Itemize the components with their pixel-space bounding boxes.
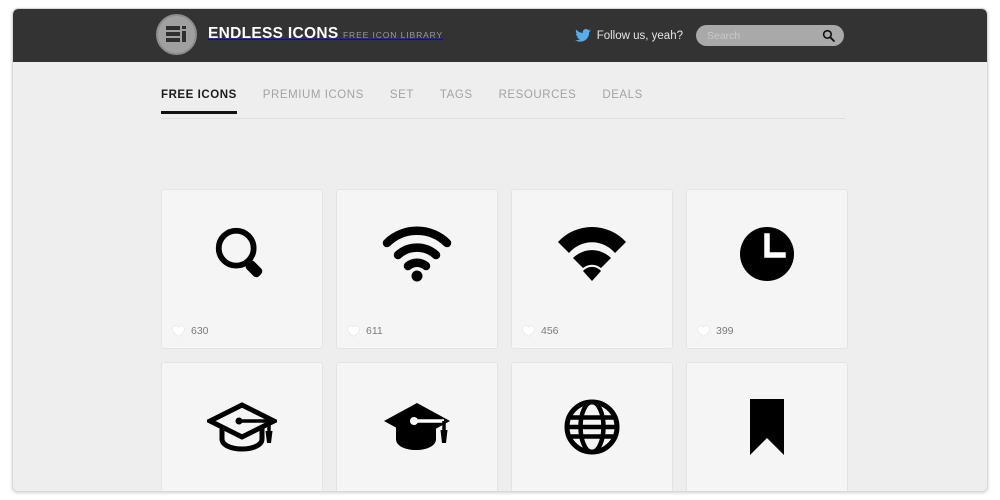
page-content: FREE ICONS PREMIUM ICONS SET TAGS RESOUR… bbox=[13, 62, 987, 491]
search-box[interactable] bbox=[696, 25, 844, 46]
icon-card[interactable]: 433 bbox=[161, 362, 323, 491]
icon-card[interactable]: 280 bbox=[686, 362, 848, 491]
heart-icon[interactable] bbox=[522, 325, 535, 337]
wifi-outline-icon bbox=[337, 190, 497, 318]
graduation-cap-filled-icon bbox=[337, 363, 497, 491]
nav-item-tags[interactable]: TAGS bbox=[440, 89, 473, 113]
card-footer: 399 bbox=[697, 325, 734, 337]
icon-card[interactable]: 365 bbox=[336, 362, 498, 491]
header-right-area: Follow us, yeah? bbox=[574, 9, 844, 62]
like-count: 611 bbox=[366, 325, 383, 337]
heart-icon[interactable] bbox=[347, 325, 360, 337]
nav-item-set[interactable]: SET bbox=[390, 89, 414, 113]
like-count: 630 bbox=[191, 325, 209, 337]
nav-item-free-icons[interactable]: FREE ICONS bbox=[161, 89, 237, 114]
card-footer: 611 bbox=[347, 325, 383, 337]
icon-card[interactable]: 456 bbox=[511, 189, 673, 349]
nav-item-resources[interactable]: RESOURCES bbox=[499, 89, 577, 113]
follow-us-link[interactable]: Follow us, yeah? bbox=[574, 29, 683, 42]
endless-icons-logo-icon bbox=[156, 14, 197, 55]
brand-home-link[interactable]: ENDLESS ICONS FREE ICON LIBRARY bbox=[156, 14, 443, 55]
site-page: ENDLESS ICONS FREE ICON LIBRARY Follow u… bbox=[12, 8, 988, 492]
main-nav: FREE ICONS PREMIUM ICONS SET TAGS RESOUR… bbox=[161, 89, 845, 119]
like-count: 399 bbox=[716, 325, 734, 337]
magnifier-icon bbox=[162, 190, 322, 318]
follow-us-label: Follow us, yeah? bbox=[596, 29, 683, 42]
brand-subtitle: FREE ICON LIBRARY bbox=[342, 29, 444, 40]
site-header: ENDLESS ICONS FREE ICON LIBRARY Follow u… bbox=[13, 9, 987, 62]
graduation-cap-outline-icon bbox=[162, 363, 322, 491]
bookmark-icon bbox=[687, 363, 847, 491]
globe-icon bbox=[512, 363, 672, 491]
search-icon bbox=[822, 29, 835, 45]
icon-grid: 630 611 456 399 bbox=[161, 189, 865, 491]
card-footer: 630 bbox=[172, 325, 209, 337]
card-footer: 456 bbox=[522, 325, 559, 337]
clock-icon bbox=[687, 190, 847, 318]
icon-card[interactable]: 630 bbox=[161, 189, 323, 349]
icon-card[interactable]: 489 bbox=[511, 362, 673, 491]
heart-icon[interactable] bbox=[697, 325, 710, 337]
search-input[interactable] bbox=[707, 29, 825, 42]
search-submit-button[interactable] bbox=[822, 29, 835, 42]
heart-icon[interactable] bbox=[172, 325, 185, 337]
twitter-icon bbox=[574, 29, 591, 42]
nav-item-premium-icons[interactable]: PREMIUM ICONS bbox=[263, 89, 364, 113]
like-count: 456 bbox=[541, 325, 559, 337]
nav-item-deals[interactable]: DEALS bbox=[602, 89, 642, 113]
brand-title: ENDLESS ICONS bbox=[208, 24, 339, 42]
icon-card[interactable]: 399 bbox=[686, 189, 848, 349]
wifi-filled-icon bbox=[512, 190, 672, 318]
icon-card[interactable]: 611 bbox=[336, 189, 498, 349]
